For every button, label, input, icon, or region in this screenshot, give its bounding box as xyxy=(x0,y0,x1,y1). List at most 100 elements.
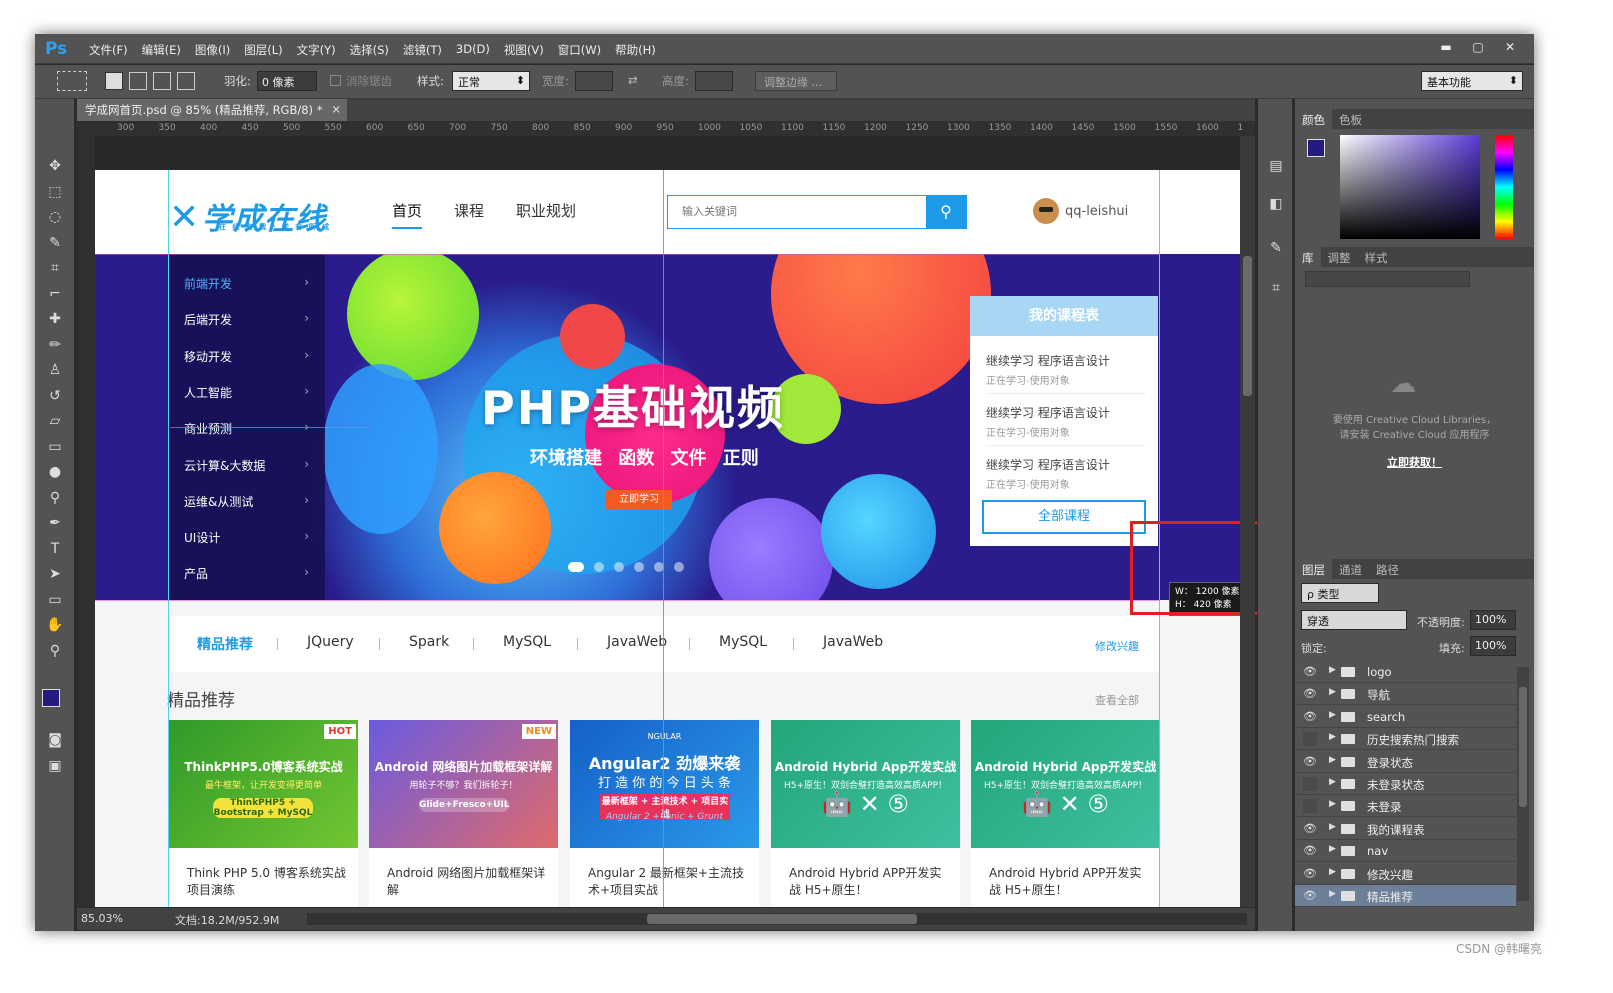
canvas-area[interactable]: ✕学成在线在 线 有 我 · 学 有 所 成 首页 课程 职业规划 ⚲ qq-l… xyxy=(95,136,1240,907)
subtract-selection-icon[interactable] xyxy=(153,72,171,90)
quick-select-icon[interactable]: ✎ xyxy=(43,232,67,254)
carousel-dot[interactable] xyxy=(634,562,644,572)
type-tool-icon[interactable]: T xyxy=(43,538,67,560)
opacity-input[interactable]: 100% xyxy=(1470,610,1516,630)
antialias-checkbox[interactable] xyxy=(330,75,341,86)
tag-item[interactable]: MySQL xyxy=(719,634,767,650)
tag-item[interactable]: JavaWeb xyxy=(823,634,883,650)
layer-row[interactable]: 👁 ▶ 导航 xyxy=(1295,683,1516,706)
visibility-eye-icon[interactable]: 👁 xyxy=(1303,822,1317,836)
quick-mask-icon[interactable]: ◙ xyxy=(43,729,67,751)
document-tab[interactable]: 学成网首页.psd @ 85% (精品推荐, RGB/8) * × xyxy=(77,99,347,121)
lasso-tool-icon[interactable]: ◌ xyxy=(43,206,67,228)
layer-row[interactable]: 👁 ▶ 精品推荐 xyxy=(1295,885,1516,907)
marquee-tool-icon[interactable] xyxy=(57,71,87,91)
brush-presets-icon[interactable]: ✎ xyxy=(1264,237,1288,259)
dodge-tool-icon[interactable]: ⚲ xyxy=(43,487,67,509)
tab-layers[interactable]: 图层 xyxy=(1295,559,1332,581)
menu-item[interactable]: 图像(I) xyxy=(188,42,237,58)
layer-row[interactable]: 👁 ▶ search xyxy=(1295,706,1516,728)
modify-interest-link[interactable]: 修改兴趣 xyxy=(1095,638,1139,654)
height-input[interactable] xyxy=(695,71,733,91)
stamp-tool-icon[interactable]: ♙ xyxy=(43,359,67,381)
all-courses-button[interactable]: 全部课程 xyxy=(982,500,1146,534)
menu-item[interactable]: 滤镜(T) xyxy=(396,42,449,58)
visibility-eye-icon[interactable]: 👁 xyxy=(1303,665,1317,679)
category-item[interactable]: 运维&从测试 › xyxy=(184,493,309,510)
course-card[interactable]: Android 网络图片加载框架详解 用轮子不够？我们拆轮子！ Glide+Fres… xyxy=(369,720,558,907)
expand-arrow-icon[interactable]: ▶ xyxy=(1329,732,1336,742)
path-select-icon[interactable]: ➤ xyxy=(43,563,67,585)
menu-item[interactable]: 图层(L) xyxy=(237,42,289,58)
expand-arrow-icon[interactable]: ▶ xyxy=(1329,755,1336,765)
visibility-eye-icon[interactable] xyxy=(1303,777,1317,791)
minimize-button[interactable]: ▬ xyxy=(1432,37,1460,57)
visibility-eye-icon[interactable] xyxy=(1303,732,1317,747)
category-item[interactable]: 移动开发 › xyxy=(184,348,309,365)
menu-item[interactable]: 编辑(E) xyxy=(135,42,188,58)
expand-arrow-icon[interactable]: ▶ xyxy=(1329,799,1336,809)
tab-paths[interactable]: 路径 xyxy=(1369,559,1406,581)
layer-row[interactable]: ▶ 未登录状态 xyxy=(1295,773,1516,795)
category-item[interactable]: 人工智能 › xyxy=(184,384,309,401)
tag-item[interactable]: MySQL xyxy=(503,634,551,650)
see-all-link[interactable]: 查看全部 xyxy=(1095,692,1139,708)
blur-tool-icon[interactable]: ● xyxy=(43,461,67,483)
rectangle-tool-icon[interactable]: ▭ xyxy=(43,589,67,611)
refine-edge-button[interactable]: 调整边缘 ... xyxy=(755,71,837,91)
layer-row[interactable]: 👁 ▶ 我的课程表 xyxy=(1295,818,1516,840)
expand-arrow-icon[interactable]: ▶ xyxy=(1329,665,1336,675)
layer-row[interactable]: 👁 ▶ nav xyxy=(1295,840,1516,863)
hue-slider[interactable] xyxy=(1495,135,1513,239)
site-search-button[interactable]: ⚲ xyxy=(926,196,966,228)
menu-item[interactable]: 3D(D) xyxy=(449,42,497,58)
category-item[interactable]: 产品 › xyxy=(184,565,309,582)
layer-row[interactable]: 👁 ▶ 修改兴趣 xyxy=(1295,863,1516,885)
visibility-eye-icon[interactable]: 👁 xyxy=(1303,687,1317,701)
zoom-level[interactable]: 85.03% xyxy=(81,912,123,925)
brush-tool-icon[interactable]: ✏ xyxy=(43,334,67,356)
healing-brush-icon[interactable]: ✚ xyxy=(43,308,67,330)
close-button[interactable]: ✕ xyxy=(1496,37,1524,57)
workspace-select[interactable]: 基本功能 ⬍ xyxy=(1421,71,1523,91)
course-card[interactable]: Android Hybrid App开发实战 H5+原生！双剑合璧打造高效高质AP… xyxy=(771,720,960,907)
hand-tool-icon[interactable]: ✋ xyxy=(43,614,67,636)
history-brush-icon[interactable]: ↺ xyxy=(43,385,67,407)
foreground-swatch[interactable] xyxy=(1307,139,1325,157)
carousel-dot[interactable] xyxy=(614,562,624,572)
category-item[interactable]: 云计算&大数据 › xyxy=(184,457,309,474)
course-card[interactable]: ThinkPHP5.0博客系统实战 最牛框架，让开发变得更简单 ThinkPHP5 … xyxy=(169,720,358,907)
move-tool-icon[interactable]: ✥ xyxy=(43,155,67,177)
gradient-tool-icon[interactable]: ▭ xyxy=(43,436,67,458)
expand-arrow-icon[interactable]: ▶ xyxy=(1329,844,1336,854)
course-item[interactable]: 继续学习 程序语言设计 正在学习-使用对象 xyxy=(986,352,1146,394)
tab-library[interactable]: 库 xyxy=(1295,247,1321,269)
expand-arrow-icon[interactable]: ▶ xyxy=(1329,710,1336,720)
course-item[interactable]: 继续学习 程序语言设计 正在学习-使用对象 xyxy=(986,456,1146,497)
intersect-selection-icon[interactable] xyxy=(177,72,195,90)
crop-tool-icon[interactable]: ⌗ xyxy=(43,257,67,279)
menu-item[interactable]: 文字(Y) xyxy=(290,42,343,58)
blend-mode-select[interactable]: 穿透 xyxy=(1301,610,1407,630)
fill-input[interactable]: 100% xyxy=(1470,636,1516,656)
expand-arrow-icon[interactable]: ▶ xyxy=(1329,889,1336,899)
style-select[interactable]: 正常 ⬍ xyxy=(452,71,530,91)
zoom-tool-icon[interactable]: ⚲ xyxy=(43,640,67,662)
foreground-color[interactable] xyxy=(42,689,60,707)
visibility-eye-icon[interactable]: 👁 xyxy=(1303,755,1317,769)
vertical-scrollbar[interactable] xyxy=(1240,136,1255,907)
menu-item[interactable]: 选择(S) xyxy=(343,42,396,58)
history-icon[interactable]: ▤ xyxy=(1264,155,1288,177)
nav-courses[interactable]: 课程 xyxy=(454,200,484,229)
doc-size[interactable]: 文档:18.2M/952.9M xyxy=(175,912,279,928)
properties-icon[interactable]: ◧ xyxy=(1264,193,1288,215)
cc-get-link[interactable]: 立即获取！ xyxy=(1295,454,1534,470)
tab-close-icon[interactable]: × xyxy=(331,102,341,116)
pen-tool-icon[interactable]: ✒ xyxy=(43,512,67,534)
eyedropper-icon[interactable]: ⌐ xyxy=(43,283,67,305)
tag-item[interactable]: Spark xyxy=(409,634,449,650)
tab-swatches[interactable]: 色板 xyxy=(1332,109,1369,131)
eraser-icon[interactable]: ▱ xyxy=(43,410,67,432)
course-card[interactable]: Angular2 劲爆来袭打 造 你 的 今 日 头 条最新框架 + 主流技术 … xyxy=(570,720,759,907)
user-info[interactable]: qq-leishui xyxy=(1033,198,1128,224)
